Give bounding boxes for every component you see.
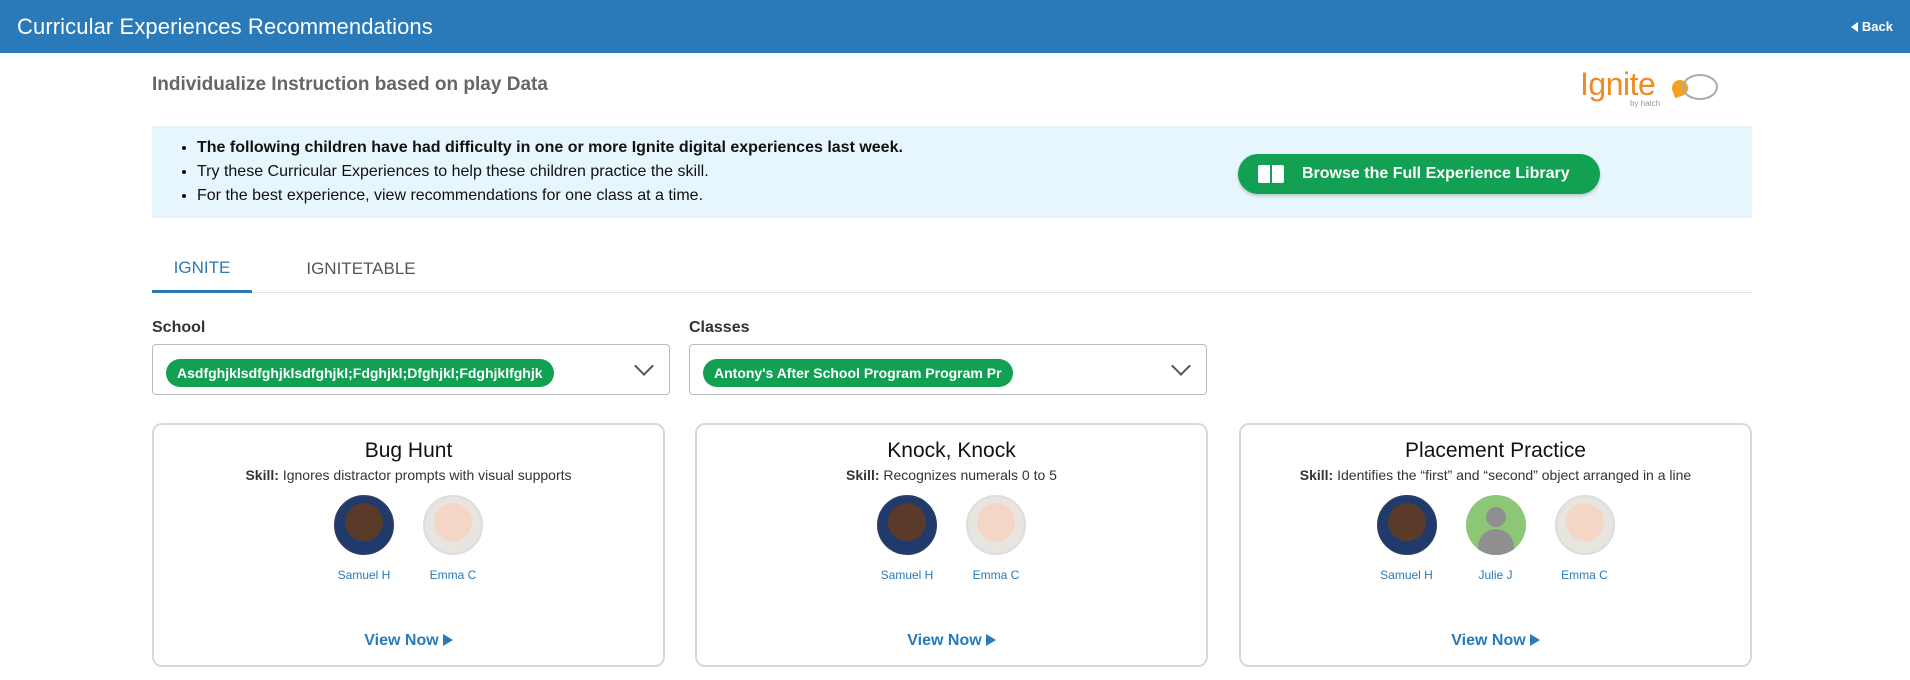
ignite-logo: Ignite by hatch bbox=[1578, 66, 1723, 112]
school-label: School bbox=[152, 319, 206, 336]
card-title: Knock, Knock bbox=[887, 439, 1016, 462]
child-name: Samuel H bbox=[880, 568, 934, 582]
avatar-placeholder bbox=[1465, 495, 1526, 555]
speech-bubble-icon bbox=[1682, 74, 1718, 100]
page-title: Curricular Experiences Recommendations bbox=[17, 13, 433, 39]
child-name: Emma C bbox=[1561, 568, 1608, 582]
view-now-label: View Now bbox=[364, 632, 439, 649]
view-now-link[interactable]: View Now bbox=[1241, 632, 1750, 650]
info-panel: The following children have had difficul… bbox=[152, 126, 1752, 218]
child-name: Samuel H bbox=[1380, 568, 1433, 582]
experience-card: Bug Hunt Skill: Ignores distractor promp… bbox=[152, 423, 665, 667]
card-title: Placement Practice bbox=[1405, 439, 1586, 462]
back-arrow-icon bbox=[1850, 21, 1858, 32]
school-select[interactable]: Asdfghjklsdfghjklsdfghjkl;Fdghjkl;Dfghjk… bbox=[152, 344, 670, 395]
school-chip[interactable]: Asdfghjklsdfghjklsdfghjkl;Fdghjkl;Dfghjk… bbox=[166, 359, 554, 387]
view-now-link[interactable]: View Now bbox=[697, 632, 1206, 650]
child[interactable]: Emma C bbox=[423, 495, 483, 582]
top-bar: Curricular Experiences Recommendations B… bbox=[0, 0, 1910, 53]
child[interactable]: Emma C bbox=[1554, 495, 1615, 582]
avatar bbox=[1376, 495, 1437, 555]
book-icon bbox=[1258, 165, 1284, 183]
skill-label: Skill: bbox=[1299, 467, 1334, 483]
info-list: The following children have had difficul… bbox=[197, 136, 903, 208]
child-name: Samuel H bbox=[337, 568, 391, 582]
logo-brand: Ignite bbox=[1580, 66, 1656, 102]
avatar bbox=[334, 495, 394, 555]
child-name: Julie J bbox=[1478, 568, 1513, 582]
browse-library-button[interactable]: Browse the Full Experience Library bbox=[1238, 154, 1600, 194]
avatar bbox=[423, 495, 483, 555]
tab-ignitetable[interactable]: IGNITETABLE bbox=[286, 246, 436, 292]
page-subtitle: Individualize Instruction based on play … bbox=[152, 74, 548, 95]
child[interactable]: Emma C bbox=[966, 495, 1026, 582]
chevron-down-icon[interactable] bbox=[634, 356, 654, 376]
child[interactable]: Julie J bbox=[1465, 495, 1526, 582]
card-skill: Skill: Ignores distractor prompts with v… bbox=[154, 467, 663, 483]
child[interactable]: Samuel H bbox=[334, 495, 394, 582]
children-list: Samuel H Julie J Emma C bbox=[1241, 495, 1750, 582]
logo-byline: by hatch bbox=[1630, 99, 1661, 108]
classes-label: Classes bbox=[689, 319, 750, 336]
info-bullet: The following children have had difficul… bbox=[197, 136, 903, 160]
skill-label: Skill: bbox=[846, 467, 880, 483]
play-icon bbox=[442, 634, 453, 646]
chevron-down-icon[interactable] bbox=[1171, 356, 1191, 376]
view-now-label: View Now bbox=[1451, 632, 1526, 649]
person-icon-body bbox=[1477, 529, 1514, 555]
child[interactable]: Samuel H bbox=[877, 495, 937, 582]
play-icon bbox=[985, 634, 996, 646]
child-name: Emma C bbox=[972, 568, 1020, 582]
back-button[interactable]: Back bbox=[1850, 19, 1893, 34]
child[interactable]: Samuel H bbox=[1376, 495, 1437, 582]
info-bullet: For the best experience, view recommenda… bbox=[197, 184, 903, 208]
avatar bbox=[1554, 495, 1615, 555]
info-bullet: Try these Curricular Experiences to help… bbox=[197, 160, 903, 184]
avatar bbox=[966, 495, 1026, 555]
skill-label: Skill: bbox=[245, 467, 279, 483]
person-icon-head bbox=[1485, 507, 1506, 527]
back-label: Back bbox=[1861, 19, 1893, 34]
skill-text: Ignores distractor prompts with visual s… bbox=[282, 467, 572, 483]
card-title: Bug Hunt bbox=[364, 439, 453, 462]
classes-select[interactable]: Antony's After School Program Program Pr bbox=[689, 344, 1207, 395]
child-name: Emma C bbox=[429, 568, 477, 582]
avatar bbox=[877, 495, 937, 555]
class-chip[interactable]: Antony's After School Program Program Pr bbox=[703, 359, 1013, 387]
card-skill: Skill: Identifies the “first” and “secon… bbox=[1241, 467, 1750, 483]
play-icon bbox=[1529, 634, 1540, 646]
view-now-link[interactable]: View Now bbox=[154, 632, 663, 650]
experience-card: Knock, Knock Skill: Recognizes numerals … bbox=[695, 423, 1208, 667]
children-list: Samuel H Emma C bbox=[154, 495, 663, 582]
tab-bar: IGNITE IGNITETABLE bbox=[152, 246, 1752, 293]
view-now-label: View Now bbox=[907, 632, 982, 649]
skill-text: Identifies the “first” and “second” obje… bbox=[1337, 467, 1692, 483]
browse-library-label: Browse the Full Experience Library bbox=[1302, 165, 1570, 182]
card-skill: Skill: Recognizes numerals 0 to 5 bbox=[697, 467, 1206, 483]
children-list: Samuel H Emma C bbox=[697, 495, 1206, 582]
tab-ignite[interactable]: IGNITE bbox=[152, 246, 252, 293]
experience-card: Placement Practice Skill: Identifies the… bbox=[1239, 423, 1752, 667]
skill-text: Recognizes numerals 0 to 5 bbox=[883, 467, 1057, 483]
